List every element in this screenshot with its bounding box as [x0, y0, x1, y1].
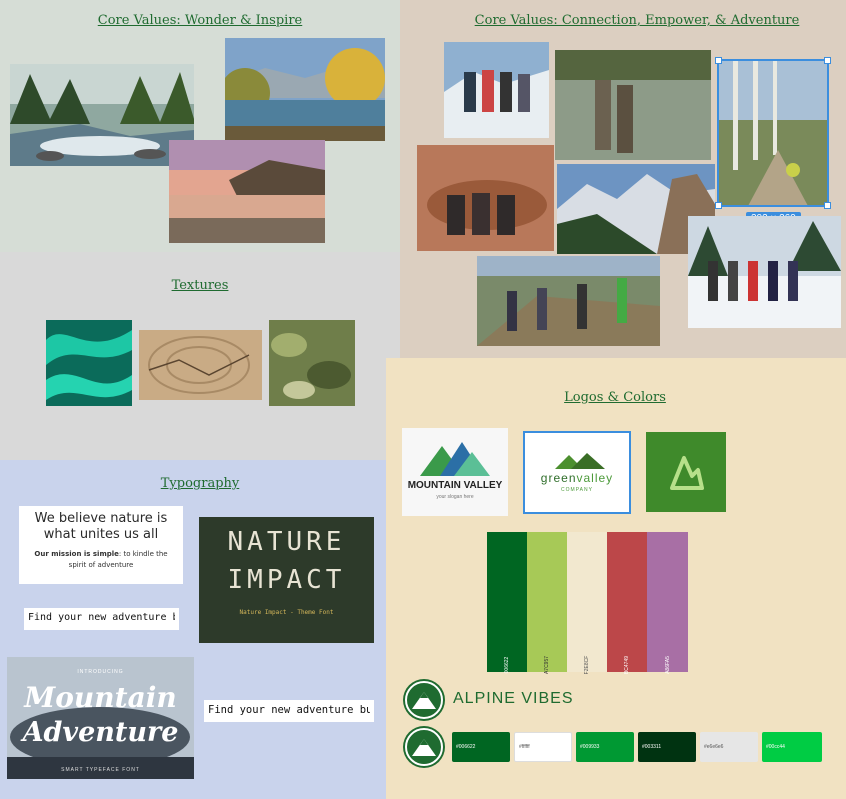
panel-title-connection[interactable]: Core Values: Connection, Empower, & Adve…	[475, 13, 800, 28]
mountain-sub: SMART TYPEFACE FONT	[61, 767, 140, 773]
selection-handle-tl[interactable]	[715, 57, 722, 64]
green-mountains-icon	[555, 453, 605, 469]
selection-handle-bl[interactable]	[715, 202, 722, 209]
alpine-chip-6[interactable]: #00cc44	[762, 732, 822, 762]
green-valley-name-1: green	[540, 471, 577, 485]
tagline-text-2: Find your new adventure buddy	[208, 704, 370, 716]
camo-texture[interactable]	[269, 320, 355, 406]
mountain-adventure-font-card[interactable]: INTRODUCING Mountain Adventure SMART TYP…	[7, 657, 194, 779]
selection-handle-br[interactable]	[824, 202, 831, 209]
alpine-badge-icon[interactable]	[405, 681, 443, 719]
nature-word-1: NATURE	[227, 527, 346, 557]
snowshoe-group-photo[interactable]	[688, 216, 841, 328]
mountain-bike-photo[interactable]	[717, 59, 829, 207]
tagline-text-1: Find your new adventure buddy	[28, 612, 175, 623]
nature-impact-font-card[interactable]: NATURE IMPACT Nature Impact - Theme Font	[199, 517, 374, 643]
mountain-valley-logo[interactable]: MOUNTAIN VALLEY your slogan here	[402, 428, 508, 516]
abstract-mountain-icon	[646, 432, 726, 512]
alltrails-style-logo[interactable]	[646, 432, 726, 512]
group-ski-photo[interactable]	[444, 42, 549, 138]
mountain-peaks-icon	[420, 442, 490, 476]
trail-hike-photo[interactable]	[477, 256, 660, 346]
green-valley-logo[interactable]: greenvalley COMPANY	[523, 431, 631, 514]
autumn-river-photo[interactable]	[225, 38, 385, 141]
sunset-river-photo[interactable]	[169, 140, 325, 243]
palette-swatch-4[interactable]: BC4749	[607, 532, 647, 674]
nature-word-2: IMPACT	[227, 565, 346, 595]
mountain-word-2: Adventure	[22, 717, 179, 748]
mountain-line-icon	[259, 621, 374, 643]
alpine-chip-4[interactable]: #003311	[638, 732, 696, 762]
palette-swatch-1[interactable]: 006622	[487, 532, 527, 673]
forest-river-photo[interactable]	[10, 64, 194, 166]
headline-font-card[interactable]: We believe nature is what unites us all …	[19, 506, 183, 584]
alpine-chip-5[interactable]: #e6e6e6	[700, 732, 758, 762]
headline-text: We believe nature is what unites us all	[34, 511, 168, 542]
palette-swatch-2[interactable]: A7C957	[527, 532, 567, 674]
palette-swatch-3[interactable]: F2E8CF	[567, 532, 607, 674]
panel-title-logos[interactable]: Logos & Colors	[564, 390, 666, 405]
alpine-badge-icon-2[interactable]	[405, 728, 443, 766]
mountain-valley-name: MOUNTAIN VALLEY	[407, 480, 503, 491]
marble-texture[interactable]	[46, 320, 132, 406]
color-palette: 006622 A7C957 F2E8CF BC4749 A86FA5	[487, 532, 688, 674]
green-valley-sub: COMPANY	[561, 487, 593, 493]
mission-bold: Our mission is simple	[34, 550, 119, 558]
alpine-chip-2[interactable]: #ffffff	[514, 732, 572, 762]
alpine-color-chips: #006622 #ffffff #009933 #003311 #e6e6e6 …	[452, 732, 824, 762]
mountain-valley-slogan: your slogan here	[436, 494, 474, 500]
alpine-name: ALPINE VIBES	[453, 690, 574, 707]
mission-text: Our mission is simple: to kindle the spi…	[19, 549, 183, 571]
nature-sub: Nature Impact - Theme Font	[239, 609, 334, 616]
mountain-word-1: Mountain	[24, 681, 177, 714]
tagline-font-card-2[interactable]: Find your new adventure buddy	[204, 700, 374, 722]
panel-title-typography[interactable]: Typography	[161, 476, 240, 491]
panel-title-textures[interactable]: Textures	[172, 278, 229, 293]
fly-fishing-photo[interactable]	[555, 50, 711, 160]
palette-swatch-5[interactable]: A86FA5	[647, 532, 688, 674]
panel-title-wonder[interactable]: Core Values: Wonder & Inspire	[98, 13, 302, 28]
alpine-chip-1[interactable]: #006622	[452, 732, 510, 762]
green-valley-name-2: valley	[576, 471, 614, 485]
alpine-chip-3[interactable]: #009933	[576, 732, 634, 762]
canyon-pool-photo[interactable]	[417, 145, 554, 251]
tagline-font-card-1[interactable]: Find your new adventure buddy	[24, 608, 179, 630]
mountain-top: INTRODUCING	[77, 669, 124, 675]
selection-handle-tr[interactable]	[824, 57, 831, 64]
green-valley-name: greenvalley	[525, 471, 629, 485]
wood-texture[interactable]	[139, 330, 262, 400]
